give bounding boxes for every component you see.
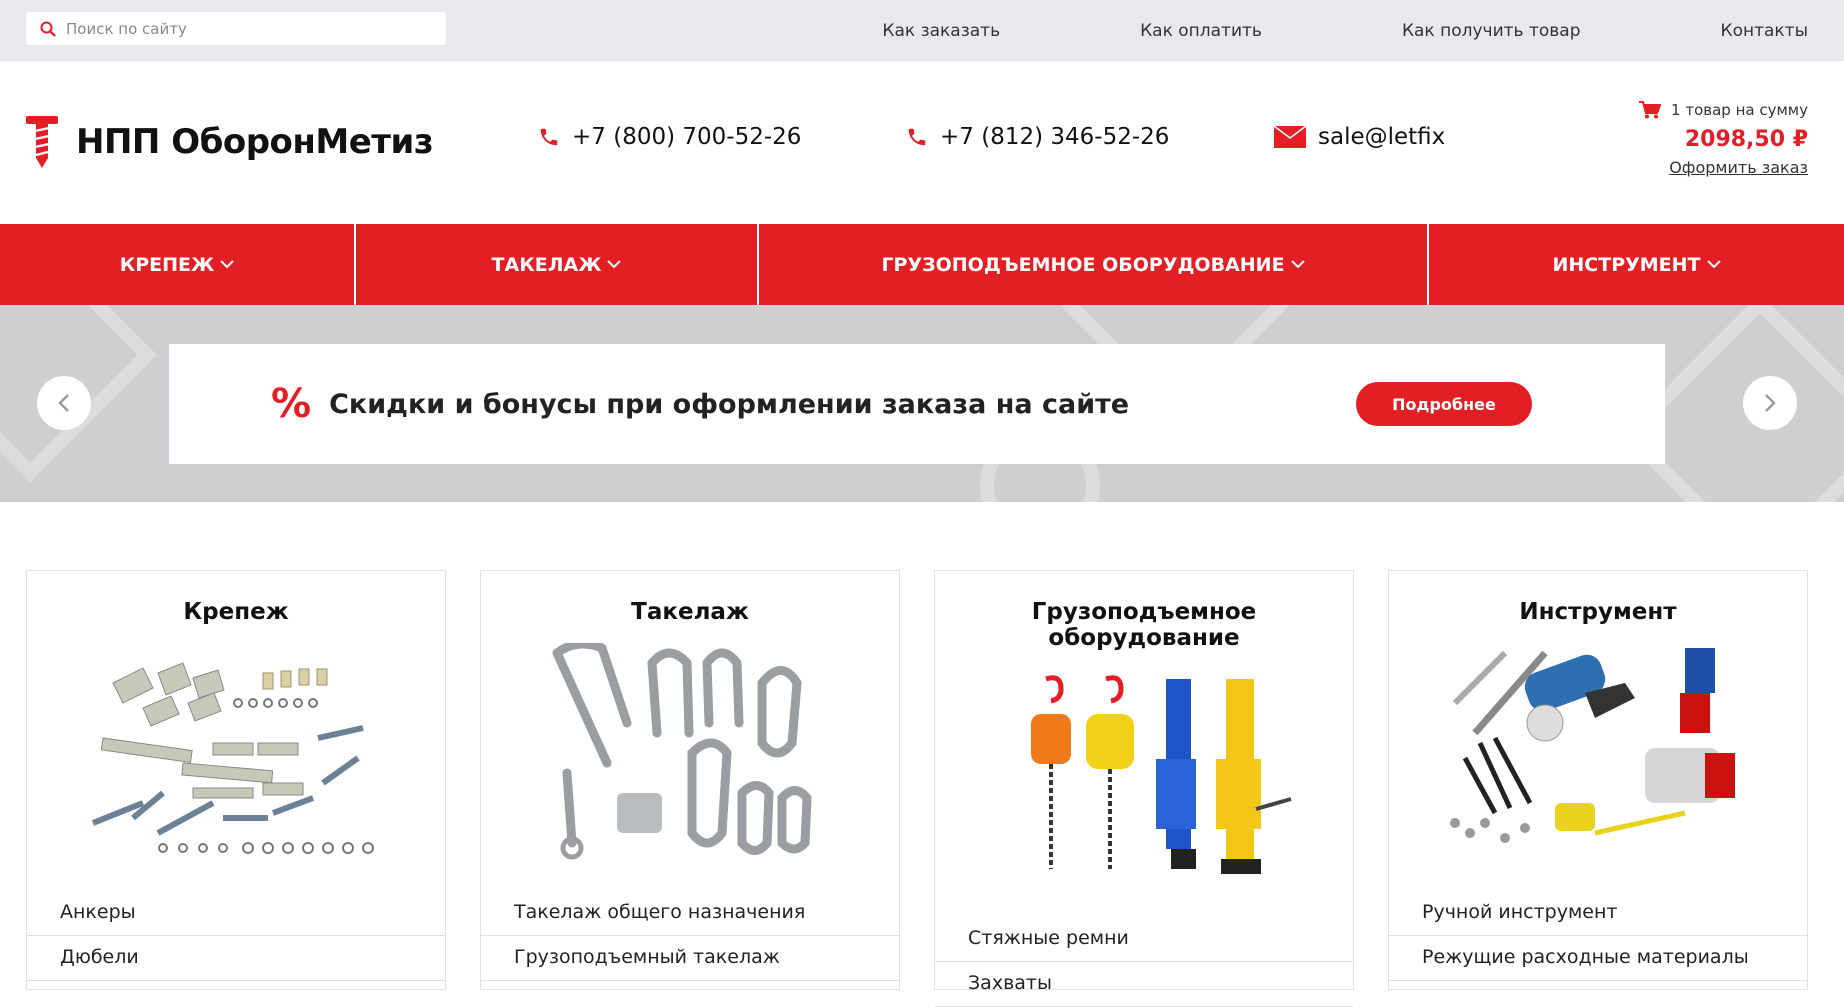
checkout-link[interactable]: Оформить заказ (1669, 158, 1808, 177)
percent-icon: % (271, 381, 312, 427)
card-links: Стяжные ремни Захваты (935, 917, 1353, 1007)
email-text: sale@letfix (1318, 124, 1446, 150)
fasteners-illustration (91, 662, 374, 854)
logo-text: НПП ОборонМетиз (76, 122, 434, 162)
nav-item-label: КРЕПЕЖ (119, 253, 215, 276)
category-card-tools[interactable]: Инструмент Ручной инструмент Режущие рас… (1388, 570, 1808, 990)
category-card-rigging[interactable]: Такелаж Такелаж общего назначения Грузоп… (480, 570, 900, 990)
category-card-fasteners[interactable]: Крепеж Анкеры Дюбели (26, 570, 446, 990)
cart-count-text: 1 товар на сумму (1671, 101, 1808, 119)
cart-total: 2098,50 ₽ (1684, 127, 1808, 152)
search-input[interactable] (66, 19, 436, 38)
nav-item-rigging[interactable]: ТАКЕЛАЖ (356, 224, 759, 305)
lifting-equipment-image[interactable] (971, 669, 1317, 889)
list-item[interactable]: Стяжные ремни (935, 917, 1353, 962)
rigging-illustration (552, 639, 812, 860)
category-cards: Крепеж Анкеры Дюбели Такелаж Такелаж общ… (26, 570, 1808, 1007)
top-bar: Как заказать Как оплатить Как получить т… (0, 0, 1844, 61)
phone-2[interactable]: +7 (812) 346-52-26 (906, 124, 1169, 150)
chevron-down-icon (220, 260, 234, 269)
card-title[interactable]: Грузоподъемное оборудование (935, 599, 1353, 651)
chevron-down-icon (607, 260, 622, 269)
link-how-to-receive[interactable]: Как получить товар (1402, 21, 1581, 41)
promo-card: % Скидки и бонусы при оформлении заказа … (169, 344, 1665, 464)
list-item[interactable]: Ручной инструмент (1389, 891, 1807, 936)
more-details-button[interactable]: Подробнее (1356, 382, 1532, 426)
chevron-down-icon (1290, 260, 1305, 269)
screw-logo-icon (26, 116, 58, 168)
category-card-lifting[interactable]: Грузоподъемное оборудование Стяжные ремн… (934, 570, 1354, 1007)
nav-item-lifting-equipment[interactable]: ГРУЗОПОДЪЕМНОЕ ОБОРУДОВАНИЕ (759, 224, 1429, 305)
search-box[interactable] (26, 12, 446, 45)
list-item[interactable]: Захваты (935, 962, 1353, 1007)
list-item[interactable]: Такелаж общего назначения (481, 891, 899, 936)
logo[interactable]: НПП ОборонМетиз (26, 114, 434, 170)
rigging-image[interactable] (517, 639, 863, 863)
lifting-equipment-illustration (1031, 675, 1292, 874)
phone-1[interactable]: +7 (800) 700-52-26 (538, 124, 801, 150)
email[interactable]: sale@letfix (1274, 124, 1445, 150)
phone-icon (540, 128, 558, 146)
cart-line: 1 товар на сумму (1639, 101, 1808, 119)
search-icon (40, 21, 56, 37)
chevron-down-icon (1706, 260, 1721, 269)
site-header: НПП ОборонМетиз +7 (800) 700-52-26 +7 (8… (0, 61, 1844, 224)
link-how-to-pay[interactable]: Как оплатить (1140, 21, 1262, 41)
nav-item-tools[interactable]: ИНСТРУМЕНТ (1429, 224, 1844, 305)
phone-icon (908, 128, 926, 146)
tools-image[interactable] (1425, 643, 1771, 863)
carousel-prev-button[interactable] (37, 376, 91, 430)
main-nav: КРЕПЕЖ ТАКЕЛАЖ ГРУЗОПОДЪЕМНОЕ ОБОРУДОВАН… (0, 224, 1844, 305)
nav-item-fasteners[interactable]: КРЕПЕЖ (0, 224, 356, 305)
card-links: Анкеры Дюбели (27, 891, 445, 981)
promo-text: Скидки и бонусы при оформлении заказа на… (329, 388, 1130, 420)
card-links: Ручной инструмент Режущие расходные мате… (1389, 891, 1807, 981)
nav-item-label: ИНСТРУМЕНТ (1552, 253, 1701, 276)
list-item[interactable]: Анкеры (27, 891, 445, 936)
carousel-next-button[interactable] (1743, 376, 1797, 430)
card-title[interactable]: Крепеж (27, 599, 445, 625)
envelope-icon (1274, 126, 1306, 148)
chevron-right-icon (1765, 394, 1776, 412)
phone-1-text: +7 (800) 700-52-26 (572, 124, 802, 150)
tools-illustration (1450, 648, 1735, 843)
nav-item-label: ТАКЕЛАЖ (491, 253, 602, 276)
fasteners-image[interactable] (63, 643, 409, 863)
top-links: Как заказать Как оплатить Как получить т… (742, 0, 1808, 61)
card-title[interactable]: Инструмент (1389, 599, 1807, 625)
promo-banner: % Скидки и бонусы при оформлении заказа … (0, 305, 1844, 502)
phone-2-text: +7 (812) 346-52-26 (940, 124, 1170, 150)
link-contacts[interactable]: Контакты (1721, 21, 1809, 41)
nav-item-label: ГРУЗОПОДЪЕМНОЕ ОБОРУДОВАНИЕ (881, 253, 1285, 276)
cart-summary[interactable]: 1 товар на сумму 2098,50 ₽ Оформить зака… (1639, 101, 1808, 177)
link-how-to-order[interactable]: Как заказать (882, 21, 1000, 41)
card-title[interactable]: Такелаж (481, 599, 899, 625)
cart-icon (1639, 101, 1662, 119)
chevron-left-icon (58, 394, 69, 412)
card-links: Такелаж общего назначения Грузоподъемный… (481, 891, 899, 981)
